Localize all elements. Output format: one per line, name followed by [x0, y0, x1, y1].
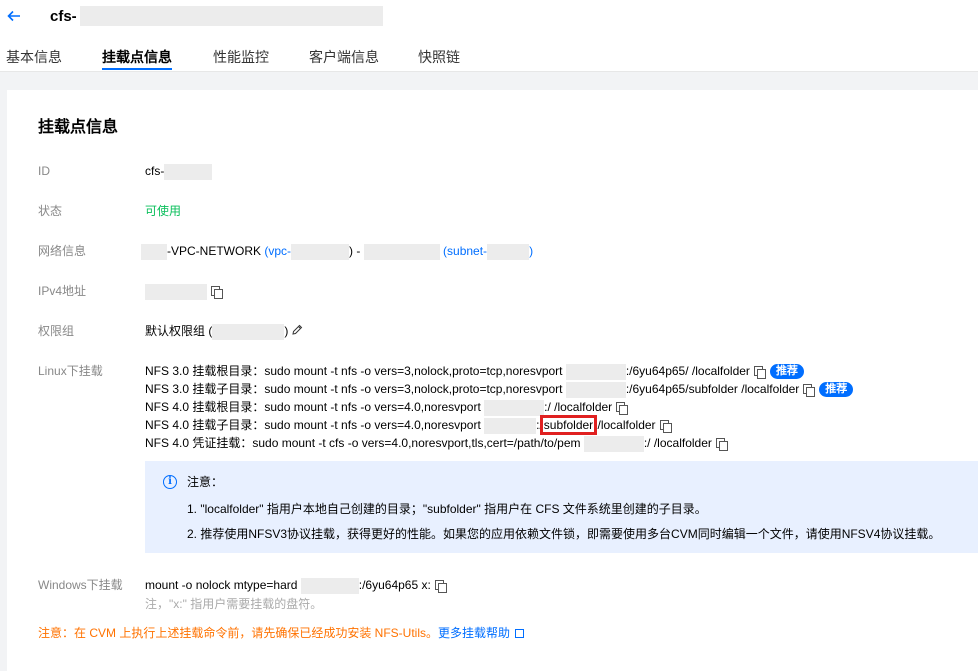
redacted-subnet-name: [363, 243, 440, 260]
permission-value: 默认权限组 (): [145, 323, 303, 340]
copy-icon[interactable]: [616, 402, 629, 416]
windows-mount-line: mount -o nolock mtype=hard :/6yu64p65 x:: [145, 577, 447, 594]
redacted-ip: [145, 283, 207, 300]
cmd-prefix: NFS 4.0 凭证挂载：sudo mount -t cfs -o vers=4…: [145, 436, 584, 450]
linux-mount-line: NFS 4.0 凭证挂载：sudo mount -t cfs -o vers=4…: [145, 435, 728, 452]
cmd-suffix: :/6yu64p65/ /localfolder: [625, 364, 750, 378]
permission-close: ): [284, 324, 289, 338]
cmd-prefix: NFS 4.0 挂载子目录：sudo mount -t nfs -o vers=…: [145, 418, 485, 432]
copy-icon[interactable]: [434, 580, 447, 594]
redacted-network: [141, 243, 167, 260]
network-label: 网络信息: [38, 244, 87, 258]
cmd-suffix: /localfolder: [594, 418, 656, 432]
windows-hint: 注，"x:" 指用户需要挂载的盘符。: [145, 597, 323, 611]
cmd-suffix: :/6yu64p65 x:: [358, 578, 431, 592]
tab-client-info[interactable]: 客户端信息: [309, 48, 379, 66]
redacted-ip: [565, 381, 626, 398]
cmd-mid: :/: [536, 418, 543, 432]
permission-label: 权限组: [38, 324, 75, 338]
subnet-link[interactable]: (subnet-): [443, 243, 533, 260]
redacted-ip: [583, 435, 644, 452]
linux-mount-line: NFS 3.0 挂载根目录：sudo mount -t nfs -o vers=…: [145, 363, 804, 380]
warning-message: 注意：在 CVM 上执行上述挂载命令前，请先确保已经成功安装 NFS-Utils…: [38, 626, 438, 640]
permission-group-name: 默认权限组 (: [145, 324, 213, 338]
notice-line-1: 1. "localfolder" 指用户本地自己创建的目录；"subfolder…: [187, 502, 707, 516]
redacted-id: [164, 163, 213, 180]
tab-performance[interactable]: 性能监控: [213, 48, 269, 66]
ipv4-label: IPv4地址: [38, 284, 87, 298]
redacted-name: [80, 6, 383, 26]
notice-box: i 注意： 1. "localfolder" 指用户本地自己创建的目录；"sub…: [145, 461, 978, 553]
redacted-ip: [565, 363, 626, 380]
tab-mount-info[interactable]: 挂载点信息: [102, 48, 172, 66]
cmd-prefix: NFS 4.0 挂载根目录：sudo mount -t nfs -o vers=…: [145, 400, 485, 414]
redacted-ip: [300, 577, 359, 594]
cmd-suffix: :/ /localfolder: [643, 436, 712, 450]
copy-icon[interactable]: [715, 438, 728, 452]
notice-title: 注意：: [187, 475, 224, 489]
windows-mount-label: Windows下挂载: [38, 578, 123, 592]
edit-pencil-icon[interactable]: [291, 324, 303, 340]
tab-basic-info[interactable]: 基本信息: [6, 48, 62, 66]
network-sep: -: [353, 244, 364, 258]
linux-mount-line: NFS 3.0 挂载子目录：sudo mount -t nfs -o vers=…: [145, 381, 854, 398]
copy-icon[interactable]: [659, 420, 672, 434]
redacted-ip: [484, 399, 545, 416]
card-title: 挂载点信息: [38, 119, 119, 136]
info-icon: i: [163, 475, 177, 489]
ipv4-value: [145, 283, 223, 300]
copy-icon[interactable]: [753, 366, 766, 380]
tab-snapshot-chain[interactable]: 快照链: [418, 48, 460, 66]
status-label: 状态: [38, 204, 63, 218]
redacted-permission-id: [212, 323, 285, 340]
id-text: cfs-: [145, 164, 165, 178]
network-name: -VPC-NETWORK: [167, 244, 261, 258]
active-tab-indicator: [102, 68, 172, 70]
linux-mount-label: Linux下挂载: [38, 364, 103, 378]
status-value: 可使用: [145, 204, 182, 218]
warning-text: 注意：在 CVM 上执行上述挂载命令前，请先确保已经成功安装 NFS-Utils…: [38, 625, 525, 641]
notice-line-2: 2. 推荐使用NFSV3协议挂载，获得更好的性能。如果您的应用依赖文件锁，即需要…: [187, 527, 941, 541]
cmd-prefix: NFS 3.0 挂载子目录：sudo mount -t nfs -o vers=…: [145, 382, 566, 396]
linux-mount-line: NFS 4.0 挂载根目录：sudo mount -t nfs -o vers=…: [145, 399, 629, 416]
cmd-prefix: NFS 3.0 挂载根目录：sudo mount -t nfs -o vers=…: [145, 364, 566, 378]
page-title: cfs-: [50, 8, 77, 25]
id-value: cfs-: [145, 163, 213, 180]
redacted-ip: [484, 417, 537, 434]
cmd-prefix: mount -o nolock mtype=hard: [145, 578, 301, 592]
cmd-suffix: :/ /localfolder: [544, 400, 613, 414]
page-header: cfs- 基本信息 挂载点信息 性能监控 客户端信息 快照链: [0, 0, 978, 72]
external-link-icon: [515, 629, 525, 639]
mount-info-card: 挂载点信息 ID cfs- 状态 可使用 网络信息 -VPC-NETWORK (…: [7, 90, 978, 671]
id-label: ID: [38, 164, 50, 178]
vpc-link[interactable]: (vpc-: [264, 243, 350, 260]
cmd-suffix: :/6yu64p65/subfolder /localfolder: [625, 382, 800, 396]
linux-mount-line: NFS 4.0 挂载子目录：sudo mount -t nfs -o vers=…: [145, 415, 672, 435]
back-arrow-icon[interactable]: [6, 8, 22, 24]
copy-icon[interactable]: [803, 384, 816, 398]
copy-icon[interactable]: [211, 286, 223, 300]
recommended-badge: 推荐: [769, 364, 804, 380]
subfolder-highlight: subfolder: [539, 415, 598, 435]
recommended-badge: 推荐: [819, 382, 854, 398]
network-value: -VPC-NETWORK (vpc-) - (subnet-): [141, 243, 533, 260]
more-mount-help-link[interactable]: 更多挂载帮助: [438, 626, 525, 640]
